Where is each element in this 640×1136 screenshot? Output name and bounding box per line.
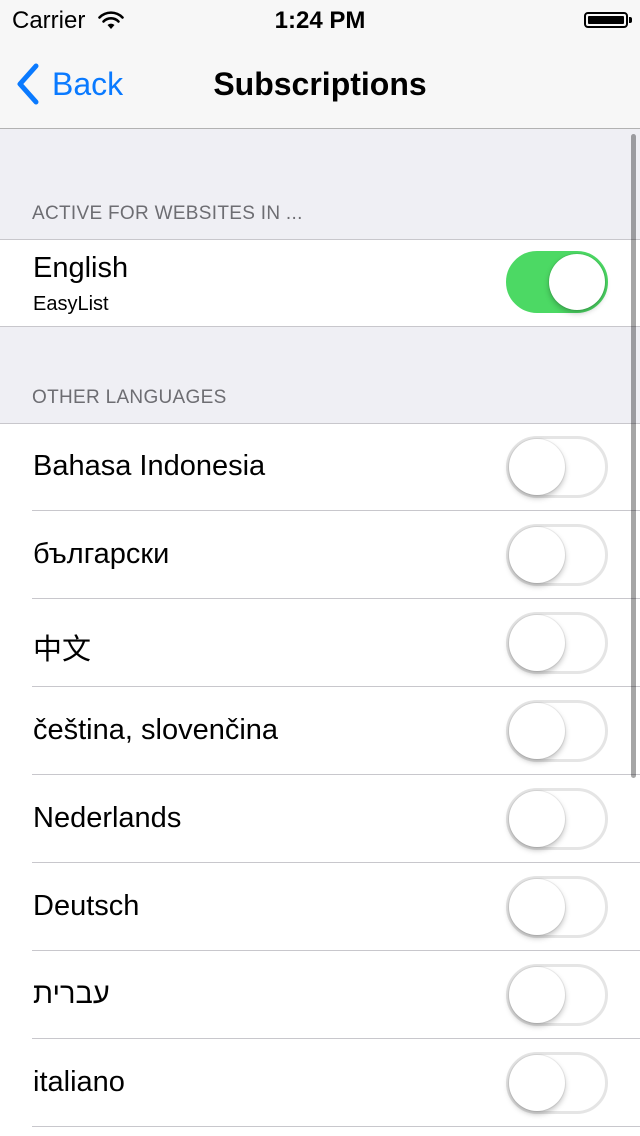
toggle-language[interactable] <box>506 612 608 674</box>
list-item-language: Bahasa Indonesia <box>0 423 640 511</box>
page-title: Subscriptions <box>213 66 427 102</box>
toggle-knob <box>509 967 565 1023</box>
row-sublabel: EasyList <box>33 293 109 315</box>
row-label: čeština, slovenčina <box>33 714 279 746</box>
toggle-language[interactable] <box>506 524 608 586</box>
list-item-language: עברית <box>0 951 640 1039</box>
list-item-language: čeština, slovenčina <box>0 687 640 775</box>
toggle-language[interactable] <box>506 436 608 498</box>
subscriptions-list: ACTIVE FOR WEBSITES IN ... English EasyL… <box>0 129 640 1136</box>
toggle-knob <box>509 615 565 671</box>
toggle-knob <box>509 527 565 583</box>
list-item-language: Deutsch <box>0 863 640 951</box>
toggle-knob <box>509 439 565 495</box>
row-label: Deutsch <box>33 890 140 922</box>
status-bar: Carrier 1:24 PM <box>0 0 640 40</box>
navigation-bar: Back Subscriptions <box>0 40 640 129</box>
list-item-english: English EasyList <box>0 239 640 327</box>
row-label: English <box>33 252 129 284</box>
list-item-partial <box>0 1127 640 1136</box>
row-label: Nederlands <box>33 802 182 834</box>
toggle-language[interactable] <box>506 1052 608 1114</box>
row-label: Bahasa Indonesia <box>33 450 266 482</box>
battery-icon <box>584 12 632 28</box>
toggle-language[interactable] <box>506 876 608 938</box>
divider <box>0 326 640 327</box>
row-label: български <box>33 538 170 570</box>
divider <box>0 239 640 240</box>
scrollbar[interactable] <box>631 134 636 778</box>
row-label: עברית <box>33 978 110 1010</box>
screen: Carrier 1:24 PM Back Subscriptions ACTIV… <box>0 0 640 1136</box>
toggle-language[interactable] <box>506 964 608 1026</box>
toggle-language[interactable] <box>506 700 608 762</box>
list-item-language: italiano <box>0 1039 640 1127</box>
list-item-language: 中文 <box>0 599 640 687</box>
toggle-knob <box>549 254 605 310</box>
divider <box>0 423 640 424</box>
toggle-knob <box>509 1055 565 1111</box>
list-item-language: български <box>0 511 640 599</box>
toggle-knob <box>509 703 565 759</box>
section-header-other: OTHER LANGUAGES <box>32 387 227 408</box>
row-label: 中文 <box>33 634 92 666</box>
list-item-language: Nederlands <box>0 775 640 863</box>
toggle-knob <box>509 791 565 847</box>
toggle-knob <box>509 879 565 935</box>
toggle-language[interactable] <box>506 788 608 850</box>
clock: 1:24 PM <box>274 7 366 34</box>
row-label: italiano <box>33 1066 125 1098</box>
section-header-active: ACTIVE FOR WEBSITES IN ... <box>32 203 303 224</box>
toggle-english[interactable] <box>506 251 608 313</box>
